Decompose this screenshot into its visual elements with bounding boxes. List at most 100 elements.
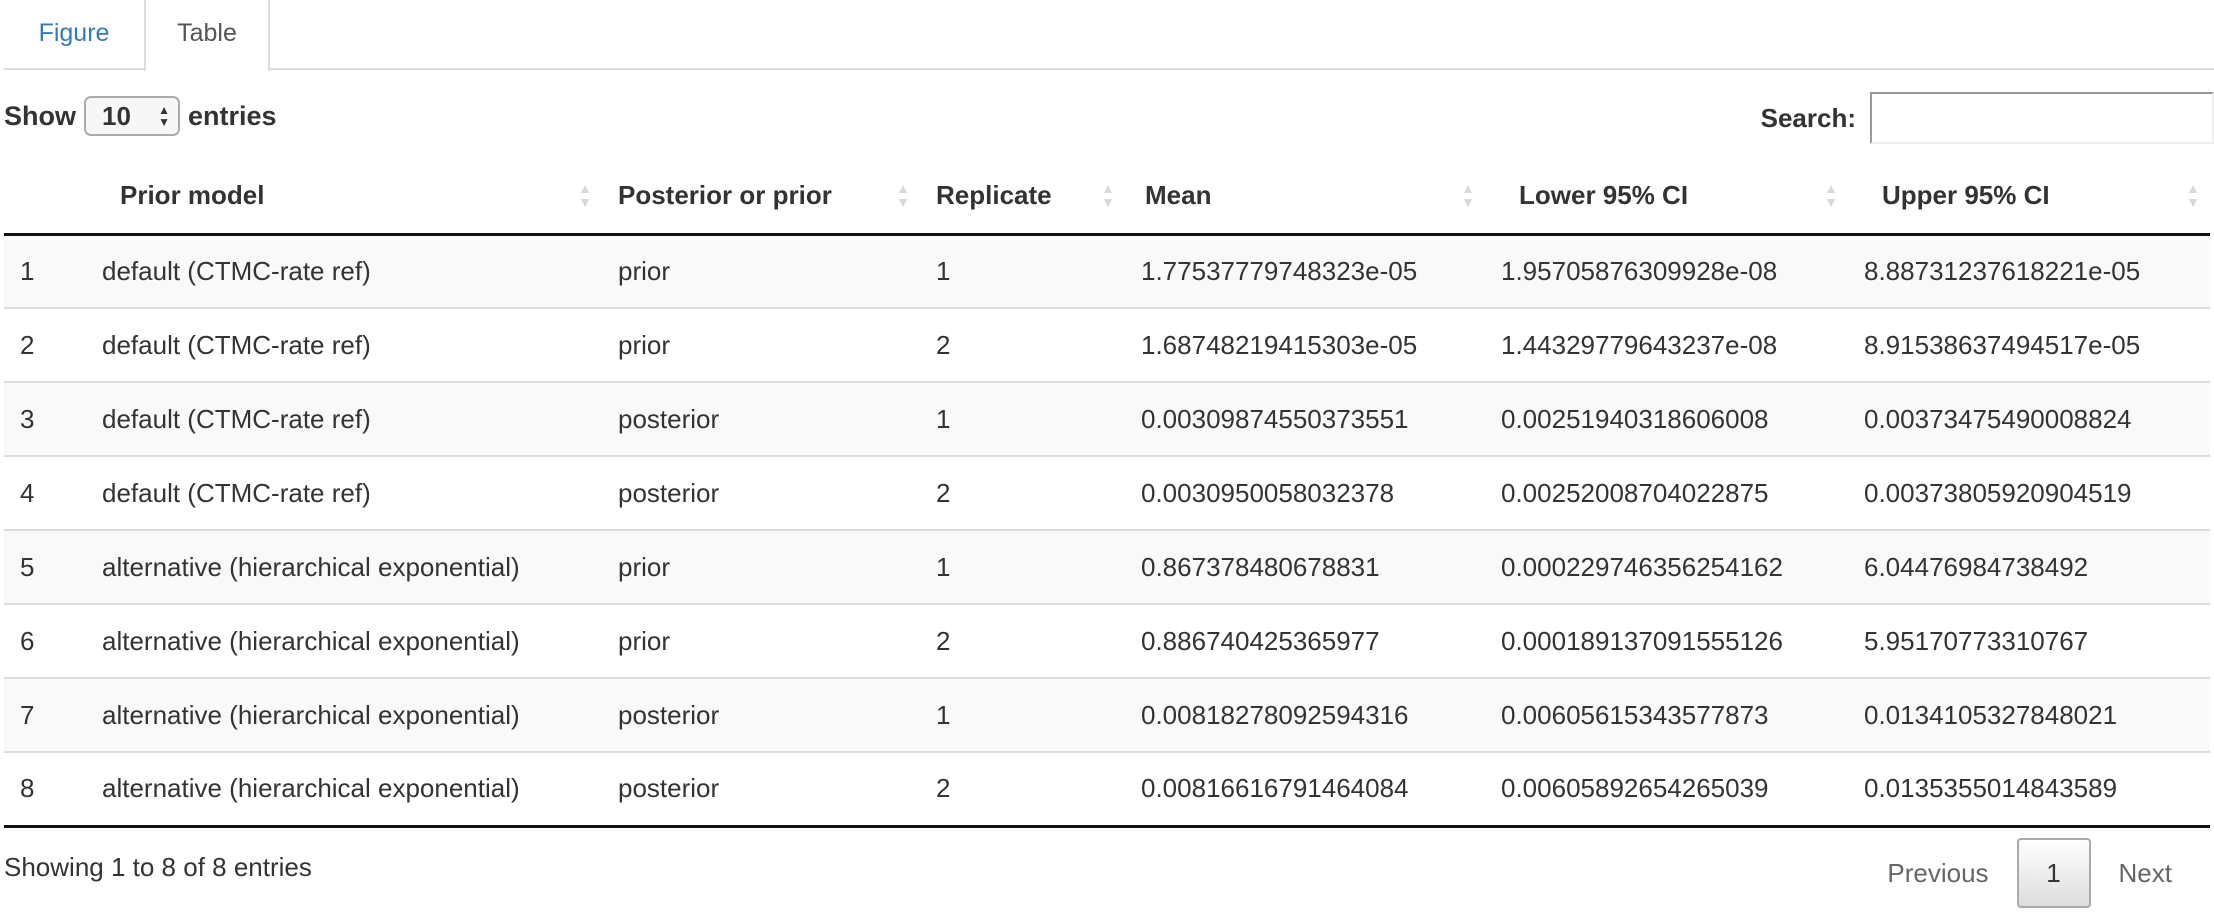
cell-upper-ci: 0.00373805920904519	[1848, 455, 2210, 530]
cell-posterior-or-prior: posterior	[602, 455, 920, 530]
tab-figure[interactable]: Figure	[4, 0, 144, 70]
cell-posterior-or-prior: posterior	[602, 381, 920, 456]
tab-bar: Figure Table	[4, 0, 2214, 72]
cell-prior-model: default (CTMC-rate ref)	[86, 381, 602, 456]
next-page-button[interactable]: Next	[2091, 858, 2172, 889]
table-row: 5 alternative (hierarchical exponential)…	[4, 529, 2210, 604]
cell-prior-model: default (CTMC-rate ref)	[86, 307, 602, 382]
show-label: Show	[4, 100, 76, 131]
column-header-label: Upper 95% CI	[1882, 179, 2050, 210]
select-arrows-icon: ▲ ▼	[158, 103, 170, 129]
header-row: Prior model ▲ ▼ Posterior or prior ▲ ▼ Repli…	[4, 158, 2210, 236]
cell-replicate: 1	[920, 529, 1125, 604]
column-header-label: Lower 95% CI	[1519, 179, 1689, 210]
search-control: Search:	[1761, 92, 2214, 144]
cell-index: 8	[4, 751, 86, 828]
cell-posterior-or-prior: posterior	[602, 751, 920, 828]
column-header-label: Mean	[1145, 179, 1212, 210]
entries-length-control: Show 10 ▲ ▼ entries	[4, 94, 277, 138]
sort-both-icon: ▲ ▼	[896, 180, 910, 211]
column-header-posterior-or-prior[interactable]: Posterior or prior ▲ ▼	[602, 158, 920, 236]
cell-prior-model: default (CTMC-rate ref)	[86, 455, 602, 530]
column-header-label: Prior model	[120, 179, 265, 210]
table-row: 3 default (CTMC-rate ref) posterior 1 0.…	[4, 381, 2210, 456]
cell-mean: 0.00309874550373551	[1125, 381, 1485, 456]
table-row: 6 alternative (hierarchical exponential)…	[4, 603, 2210, 678]
cell-lower-ci: 0.00252008704022875	[1485, 455, 1848, 530]
cell-replicate: 2	[920, 603, 1125, 678]
cell-index: 7	[4, 677, 86, 752]
cell-replicate: 1	[920, 381, 1125, 456]
cell-upper-ci: 0.0134105327848021	[1848, 677, 2210, 752]
cell-replicate: 1	[920, 677, 1125, 752]
cell-upper-ci: 5.95170773310767	[1848, 603, 2210, 678]
cell-lower-ci: 0.00251940318606008	[1485, 381, 1848, 456]
cell-index: 2	[4, 307, 86, 382]
results-table: Prior model ▲ ▼ Posterior or prior ▲ ▼ Repli…	[4, 158, 2210, 828]
cell-lower-ci: 1.44329779643237e-08	[1485, 307, 1848, 382]
cell-mean: 0.00816616791464084	[1125, 751, 1485, 828]
cell-upper-ci: 8.88731237618221e-05	[1848, 234, 2210, 308]
sort-both-icon: ▲ ▼	[1461, 180, 1475, 211]
cell-index: 4	[4, 455, 86, 530]
table-row: 8 alternative (hierarchical exponential)…	[4, 751, 2210, 828]
cell-posterior-or-prior: prior	[602, 529, 920, 604]
cell-upper-ci: 0.00373475490008824	[1848, 381, 2210, 456]
cell-replicate: 2	[920, 307, 1125, 382]
sort-both-icon: ▲ ▼	[1101, 180, 1115, 211]
entries-per-page-select[interactable]: 10 ▲ ▼	[84, 96, 180, 136]
table-row: 7 alternative (hierarchical exponential)…	[4, 677, 2210, 752]
cell-mean: 0.00818278092594316	[1125, 677, 1485, 752]
cell-posterior-or-prior: prior	[602, 603, 920, 678]
cell-mean: 0.0030950058032378	[1125, 455, 1485, 530]
cell-index: 1	[4, 234, 86, 308]
cell-replicate: 1	[920, 234, 1125, 308]
cell-posterior-or-prior: prior	[602, 234, 920, 308]
cell-posterior-or-prior: prior	[602, 307, 920, 382]
cell-prior-model: alternative (hierarchical exponential)	[86, 603, 602, 678]
previous-page-button[interactable]: Previous	[1859, 858, 2016, 889]
cell-replicate: 2	[920, 455, 1125, 530]
cell-lower-ci: 1.95705876309928e-08	[1485, 234, 1848, 308]
cell-upper-ci: 8.91538637494517e-05	[1848, 307, 2210, 382]
cell-lower-ci: 0.000229746356254162	[1485, 529, 1848, 604]
table-info: Showing 1 to 8 of 8 entries	[4, 852, 312, 882]
entries-label: entries	[188, 100, 277, 131]
page-button-current[interactable]: 1	[2016, 838, 2091, 908]
column-header-replicate[interactable]: Replicate ▲ ▼	[920, 158, 1125, 236]
table-row: 1 default (CTMC-rate ref) prior 1 1.7753…	[4, 234, 2210, 308]
cell-mean: 0.886740425365977	[1125, 603, 1485, 678]
column-header-prior-model[interactable]: Prior model ▲ ▼	[86, 158, 602, 236]
table-row: 2 default (CTMC-rate ref) prior 2 1.6874…	[4, 307, 2210, 382]
cell-lower-ci: 0.00605615343577873	[1485, 677, 1848, 752]
cell-lower-ci: 0.000189137091555126	[1485, 603, 1848, 678]
cell-index: 5	[4, 529, 86, 604]
sort-both-icon: ▲ ▼	[578, 180, 592, 211]
column-header-upper-ci[interactable]: Upper 95% CI ▲ ▼	[1848, 158, 2210, 236]
cell-index: 3	[4, 381, 86, 456]
column-header-lower-ci[interactable]: Lower 95% CI ▲ ▼	[1485, 158, 1848, 236]
pagination: Previous 1 Next	[1859, 838, 2172, 908]
cell-mean: 1.77537779748323e-05	[1125, 234, 1485, 308]
cell-index: 6	[4, 603, 86, 678]
column-header-label: Posterior or prior	[618, 179, 832, 210]
sort-both-icon: ▲ ▼	[2186, 180, 2200, 211]
cell-prior-model: alternative (hierarchical exponential)	[86, 751, 602, 828]
table-row: 4 default (CTMC-rate ref) posterior 2 0.…	[4, 455, 2210, 530]
cell-mean: 1.68748219415303e-05	[1125, 307, 1485, 382]
cell-upper-ci: 0.0135355014843589	[1848, 751, 2210, 828]
entries-per-page-value: 10	[102, 100, 131, 131]
column-header-index[interactable]	[4, 158, 86, 236]
column-header-label: Replicate	[936, 179, 1052, 210]
cell-prior-model: alternative (hierarchical exponential)	[86, 529, 602, 604]
search-label: Search:	[1760, 102, 1856, 133]
cell-prior-model: default (CTMC-rate ref)	[86, 234, 602, 308]
tab-table[interactable]: Table	[144, 0, 270, 72]
column-header-mean[interactable]: Mean ▲ ▼	[1125, 158, 1485, 236]
search-input[interactable]	[1870, 92, 2214, 144]
sort-both-icon: ▲ ▼	[1824, 180, 1838, 211]
cell-mean: 0.867378480678831	[1125, 529, 1485, 604]
cell-posterior-or-prior: posterior	[602, 677, 920, 752]
cell-prior-model: alternative (hierarchical exponential)	[86, 677, 602, 752]
cell-replicate: 2	[920, 751, 1125, 828]
